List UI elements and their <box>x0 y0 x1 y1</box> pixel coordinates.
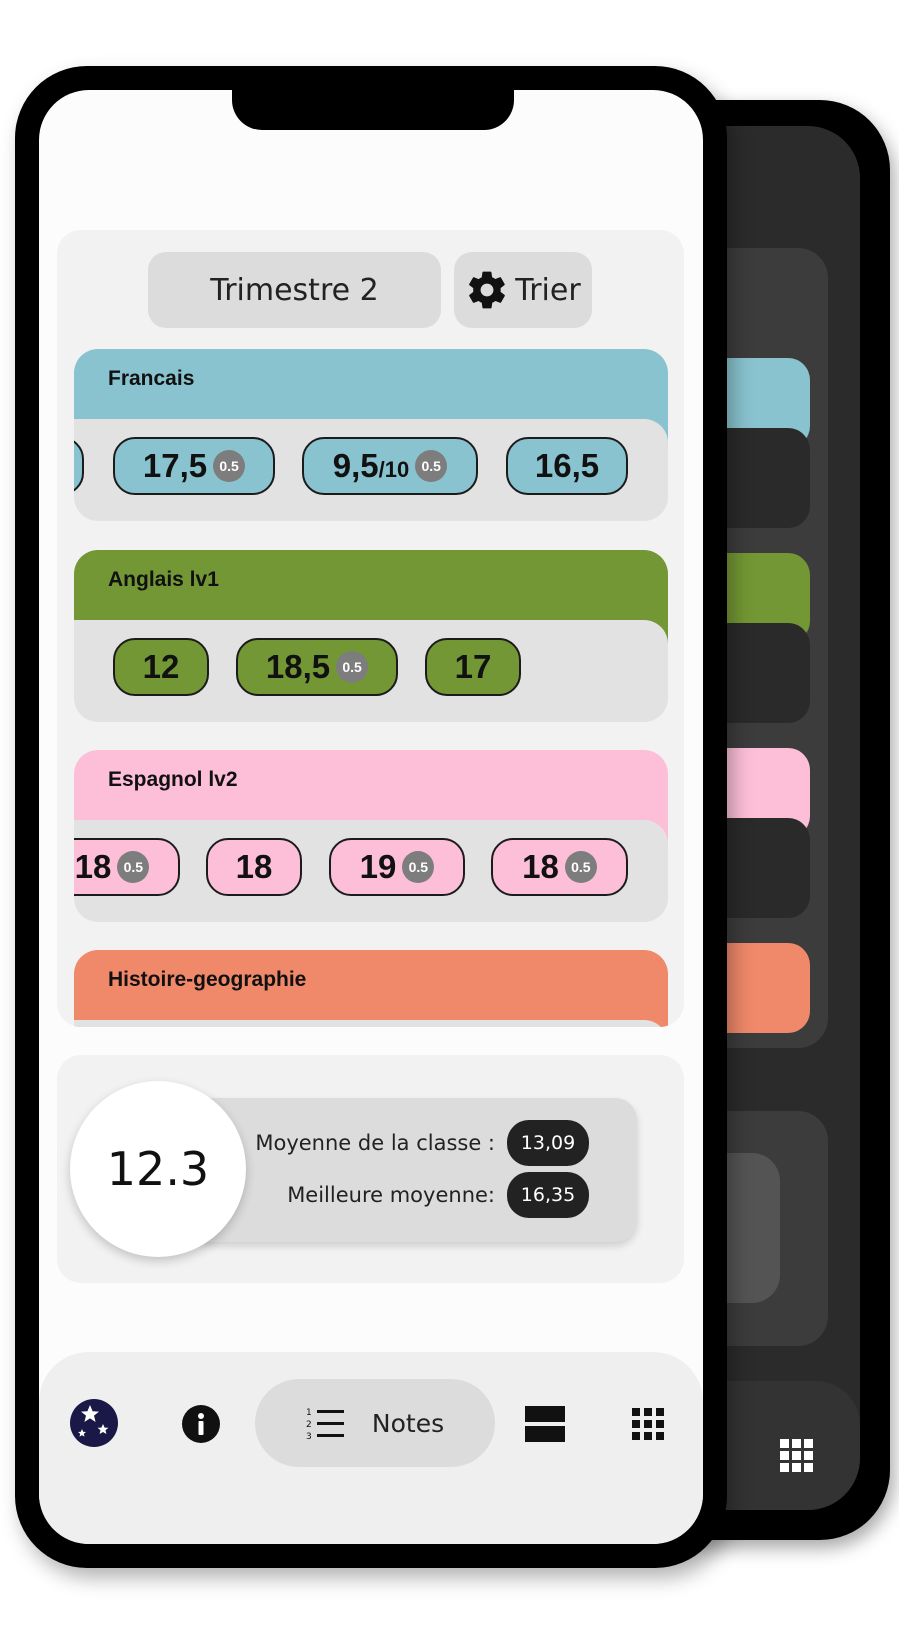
grade-value: 18 <box>74 848 112 885</box>
list-numbered-icon: 1 2 3 <box>306 1408 344 1440</box>
grade-chip[interactable]: 18 <box>206 838 302 896</box>
coefficient-badge: 0.5 <box>117 851 150 883</box>
subject-name: Espagnol lv2 <box>108 768 238 791</box>
profile-button[interactable] <box>69 1398 119 1448</box>
bottom-nav-bar: 1 2 3 Notes <box>39 1352 703 1544</box>
grade-value: 12 <box>142 648 180 685</box>
best-average-label: Meilleure moyenne: <box>287 1183 495 1207</box>
svg-text:2: 2 <box>306 1420 312 1430</box>
gear-icon <box>469 271 506 309</box>
grade-chip[interactable]: 16,5 <box>506 437 628 495</box>
averages-panel: Moyenne de la classe : 13,09 Meilleure m… <box>57 1055 684 1283</box>
grade-list[interactable]: 17,5 0.5 9,5/10 0.5 16,5 <box>74 419 668 521</box>
subject-name: Francais <box>108 367 195 390</box>
class-average-value: 13,09 <box>507 1120 589 1166</box>
class-average-row: Moyenne de la classe : 13,09 <box>255 1120 589 1166</box>
phone-frame: Trimestre 2 Trier Francais 17,5 0.5 9,5/… <box>15 66 727 1568</box>
grade-list[interactable]: 18 0.5 18 19 0.5 18 0.5 <box>74 820 668 922</box>
phone-notch <box>232 90 514 130</box>
coefficient-badge: 0.5 <box>402 851 435 883</box>
svg-text:3: 3 <box>306 1432 312 1440</box>
coefficient-badge: 0.5 <box>564 851 597 883</box>
grade-chip[interactable]: 18 0.5 <box>491 838 628 896</box>
grade-scale: /10 <box>378 457 410 482</box>
grade-value: 19 <box>359 848 397 885</box>
grade-value: 18 <box>235 848 273 885</box>
svg-text:1: 1 <box>306 1408 312 1418</box>
grades-panel[interactable]: Trimestre 2 Trier Francais 17,5 0.5 9,5/… <box>57 230 684 1027</box>
coefficient-badge: 0.5 <box>213 450 246 482</box>
subject-card-espagnol[interactable]: Espagnol lv2 18 0.5 18 19 0.5 18 0.5 <box>74 750 668 922</box>
info-button[interactable] <box>181 1404 221 1444</box>
rows-view-button[interactable] <box>525 1404 565 1444</box>
grade-chip[interactable]: 17 <box>425 638 521 696</box>
best-average-row: Meilleure moyenne: 16,35 <box>287 1172 589 1218</box>
grade-chip[interactable] <box>74 437 84 495</box>
grade-value: 9,5/10 <box>333 447 409 485</box>
notes-tab-label: Notes <box>371 1408 445 1438</box>
subject-name: Histoire-geographie <box>108 968 307 991</box>
subject-header[interactable]: Histoire-geographie <box>74 950 668 1027</box>
grade-value: 16,5 <box>534 447 600 484</box>
grade-value: 17 <box>454 648 492 685</box>
grade-chip[interactable]: 18,5 0.5 <box>236 638 398 696</box>
subject-name: Anglais lv1 <box>108 568 219 591</box>
coefficient-badge: 0.5 <box>415 450 448 482</box>
grade-chip[interactable]: 17,5 0.5 <box>113 437 275 495</box>
subject-card-francais[interactable]: Francais 17,5 0.5 9,5/10 0.5 16,5 <box>74 349 668 521</box>
grade-chip[interactable]: 19 0.5 <box>329 838 465 896</box>
layout-rows-icon <box>525 1406 565 1442</box>
averages-box: Moyenne de la classe : 13,09 Meilleure m… <box>187 1098 637 1242</box>
notes-tab[interactable]: 1 2 3 Notes <box>255 1379 495 1467</box>
sort-label: Trier <box>515 272 581 308</box>
grade-chip[interactable]: 12 <box>113 638 209 696</box>
coefficient-badge: 0.5 <box>336 651 369 683</box>
student-average: 12.3 <box>70 1081 246 1257</box>
phone-screen: Trimestre 2 Trier Francais 17,5 0.5 9,5/… <box>39 90 703 1544</box>
grade-chip[interactable]: 18 0.5 <box>74 838 180 896</box>
grid-view-button[interactable] <box>631 1407 665 1441</box>
grade-value: 17,5 <box>142 447 208 484</box>
trimester-selector[interactable]: Trimestre 2 <box>148 252 441 328</box>
subject-card-histoire-geographie[interactable]: Histoire-geographie <box>74 950 668 1027</box>
grid-icon <box>632 1408 664 1440</box>
best-average-value: 16,35 <box>507 1172 589 1218</box>
grade-value: 18,5 <box>265 648 331 685</box>
trimester-label: Trimestre 2 <box>210 272 379 308</box>
class-average-label: Moyenne de la classe : <box>255 1131 495 1155</box>
subject-card-anglais[interactable]: Anglais lv1 12 18,5 0.5 17 <box>74 550 668 722</box>
grade-value: 18 <box>522 848 559 885</box>
grade-list[interactable]: 12 18,5 0.5 17 <box>74 620 668 722</box>
grid-icon <box>780 1439 813 1472</box>
grade-number: 9,5 <box>332 447 379 484</box>
sort-button[interactable]: Trier <box>454 252 592 328</box>
grade-list[interactable] <box>74 1020 668 1027</box>
info-icon <box>182 1405 220 1443</box>
grade-chip[interactable]: 9,5/10 0.5 <box>302 437 478 495</box>
profile-icon <box>70 1399 118 1447</box>
